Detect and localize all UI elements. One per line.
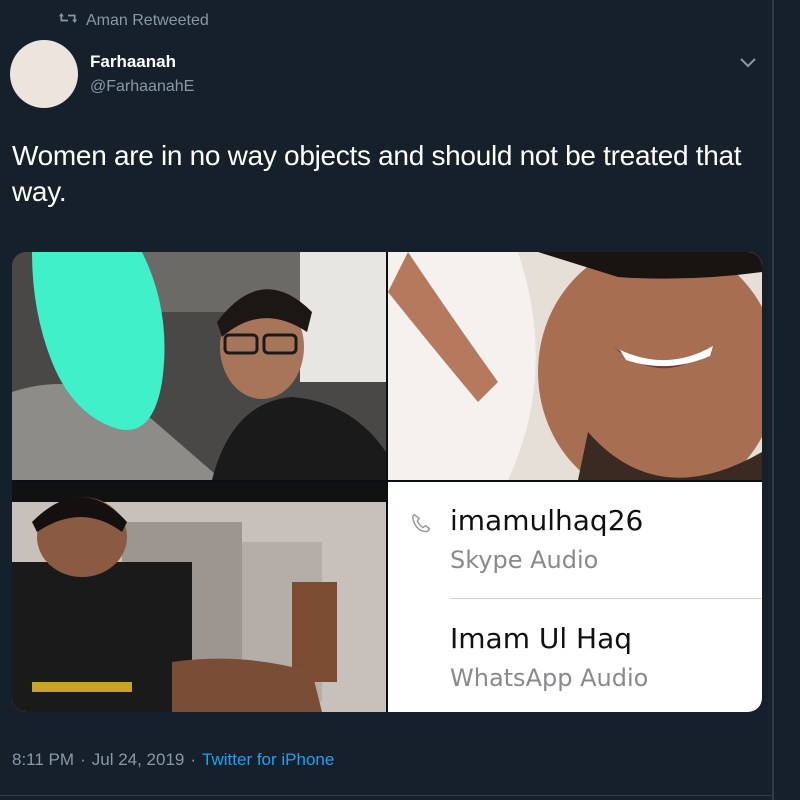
author-handle[interactable]: @FarhaanahE [90, 78, 194, 96]
media-grid[interactable]: imamulhaq26 Skype Audio Imam Ul Haq What… [12, 252, 762, 712]
photo-smiling-closeup[interactable] [388, 252, 762, 480]
chevron-down-icon[interactable] [736, 52, 760, 72]
call-entry-1[interactable]: imamulhaq26 Skype Audio [388, 482, 762, 599]
call-name: imamulhaq26 [450, 504, 644, 537]
author-name[interactable]: Farhaanah [90, 52, 176, 72]
retweet-context[interactable]: Aman Retweeted [58, 10, 209, 31]
photo-couple-selfie[interactable] [12, 252, 386, 480]
separator: · [190, 750, 197, 769]
avatar[interactable] [10, 40, 78, 108]
tweet-text: Women are in no way objects and should n… [12, 140, 742, 207]
separator: · [80, 750, 86, 769]
tweet-date[interactable]: Jul 24, 2019 [92, 750, 185, 770]
tweet-source-link[interactable]: Twitter for iPhone [202, 750, 334, 770]
retweet-icon [58, 10, 78, 31]
tweet-metadata: 8:11 PM · Jul 24, 2019 · Twitter for iPh… [12, 750, 334, 770]
call-log-screenshot[interactable]: imamulhaq26 Skype Audio Imam Ul Haq What… [388, 482, 762, 712]
call-type: WhatsApp Audio [450, 664, 649, 692]
phone-icon [410, 512, 432, 534]
call-name: Imam Ul Haq [450, 622, 633, 655]
column-divider [772, 0, 774, 800]
photo-hotel-room[interactable] [12, 482, 386, 712]
tweet-time[interactable]: 8:11 PM [12, 750, 74, 770]
call-entry-2[interactable]: Imam Ul Haq WhatsApp Audio [388, 602, 762, 712]
retweet-label: Aman Retweeted [86, 11, 209, 29]
call-type: Skype Audio [450, 546, 599, 574]
divider [450, 598, 762, 599]
divider [0, 795, 772, 796]
